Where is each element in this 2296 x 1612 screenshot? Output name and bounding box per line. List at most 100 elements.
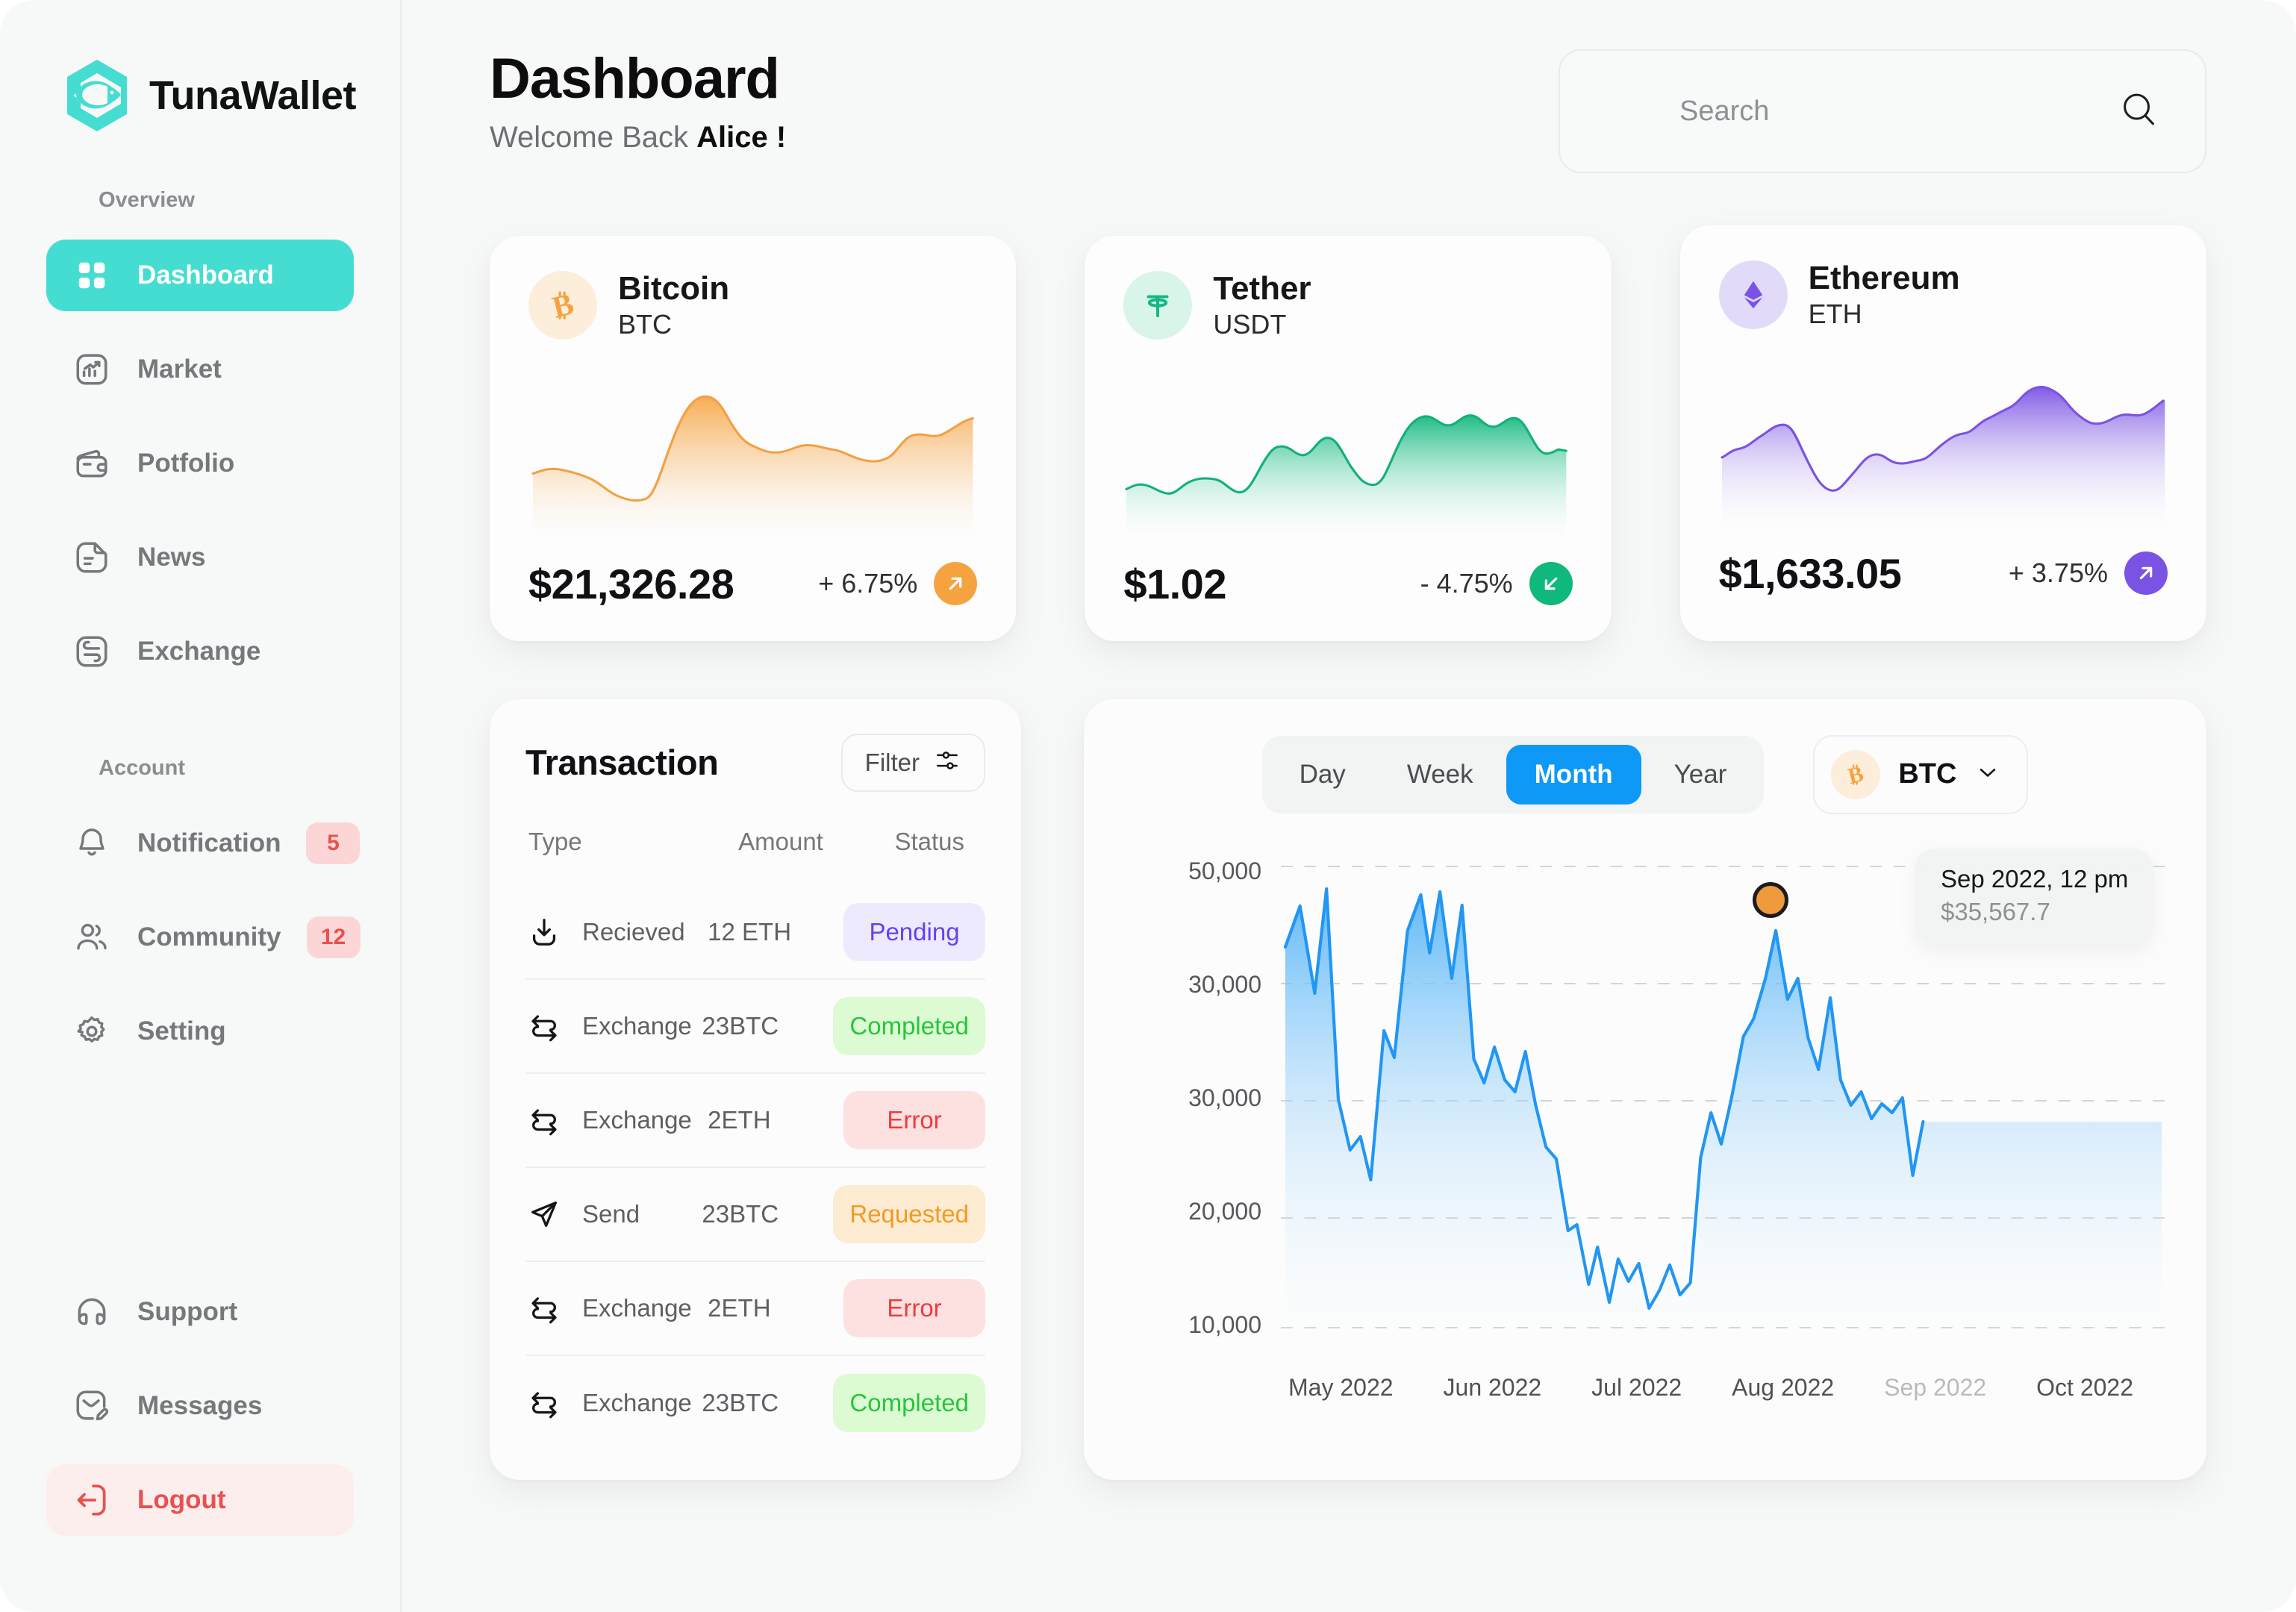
range-button-year[interactable]: Year xyxy=(1646,745,1756,805)
sidebar-item-notification[interactable]: Notification 5 xyxy=(46,807,361,879)
coin-cards: B Bitcoin BTC $21,326.28 + 6.75% Tether … xyxy=(490,225,2206,641)
coin-title-block: Tether USDT xyxy=(1213,270,1311,340)
range-toggle-group: Day Week Month Year xyxy=(1261,735,1765,813)
status-badge: Completed xyxy=(833,1373,985,1432)
table-row[interactable]: Exchange 23BTC Completed xyxy=(525,980,985,1074)
y-tick-label: 10,000 xyxy=(1188,1310,1261,1338)
transaction-panel: Transaction Filter Type Amount Status Re… xyxy=(490,699,1021,1480)
dashboard-app: TunaWallet Overview Dashboard Market Pot… xyxy=(0,0,2296,1612)
filter-button[interactable]: Filter xyxy=(840,733,985,792)
status-badge: Completed xyxy=(833,996,985,1055)
send-icon xyxy=(525,1196,563,1233)
range-button-week[interactable]: Week xyxy=(1379,745,1502,805)
tunawallet-logo-icon xyxy=(61,58,133,133)
coin-footer: $21,326.28 + 6.75% xyxy=(528,560,978,608)
users-icon xyxy=(72,917,112,957)
status-badge: Requested xyxy=(833,1184,985,1243)
transaction-status-cell: Error xyxy=(843,1090,985,1149)
transaction-status-cell: Requested xyxy=(833,1184,985,1243)
sidebar-item-dashboard[interactable]: Dashboard xyxy=(46,240,354,311)
coin-card-ethereum[interactable]: Ethereum ETH $1,633.05 + 3.75% xyxy=(1679,225,2206,641)
chart-square-icon xyxy=(72,349,112,390)
coin-symbol: BTC xyxy=(618,308,672,340)
sidebar-item-news[interactable]: News xyxy=(46,522,354,593)
sidebar-account-nav: Notification 5 Community 12 Setting xyxy=(0,807,400,1067)
table-row[interactable]: Exchange 2ETH Error xyxy=(525,1074,985,1168)
transaction-status-cell: Completed xyxy=(833,996,985,1055)
coin-change-value: + 6.75% xyxy=(818,568,918,599)
coin-name: Bitcoin xyxy=(618,270,730,307)
x-tick-label: Jun 2022 xyxy=(1443,1373,1542,1401)
column-header-status: Status xyxy=(894,827,964,855)
coin-symbol: USDT xyxy=(1213,308,1287,340)
bitcoin-icon: B xyxy=(1831,749,1881,799)
sidebar-item-setting[interactable]: Setting xyxy=(46,996,354,1067)
bell-icon xyxy=(72,823,112,863)
coin-change: + 3.75% xyxy=(2008,552,2168,596)
table-row[interactable]: Exchange 2ETH Error xyxy=(525,1262,985,1356)
coin-title-block: Ethereum ETH xyxy=(1809,260,1960,330)
sidebar-item-potfolio[interactable]: Potfolio xyxy=(46,428,354,499)
table-row[interactable]: Exchange 23BTC Completed xyxy=(525,1356,985,1450)
x-axis-labels: May 2022 Jun 2022 Jul 2022 Aug 2022 Sep … xyxy=(1281,1374,2159,1402)
sidebar-item-label: Support xyxy=(137,1297,238,1326)
page-title: Dashboard xyxy=(490,47,780,110)
coin-price: $21,326.28 xyxy=(528,560,734,607)
sidebar-item-market[interactable]: Market xyxy=(46,334,354,405)
transaction-amount: 12 ETH xyxy=(708,917,792,946)
table-row[interactable]: Recieved 12 ETH Pending xyxy=(525,886,985,980)
sidebar-item-community[interactable]: Community 12 xyxy=(46,902,361,973)
community-badge: 12 xyxy=(306,916,361,958)
chevron-down-icon xyxy=(1974,759,2001,790)
transaction-amount: 23BTC xyxy=(702,1388,779,1416)
transaction-amount: 2ETH xyxy=(708,1293,771,1322)
arrow-up-right-icon xyxy=(2124,552,2168,596)
coin-symbol: ETH xyxy=(1808,298,1862,329)
chart-marker-dot xyxy=(1752,881,1788,918)
sidebar-item-support[interactable]: Support xyxy=(46,1276,354,1348)
transaction-title: Transaction xyxy=(525,743,719,783)
transaction-amount: 23BTC xyxy=(702,1199,779,1228)
area-fill xyxy=(1285,888,2162,1337)
search-input[interactable] xyxy=(1679,95,2159,128)
sidebar-item-label: Community xyxy=(137,922,281,952)
sidebar-section-overview: Overview xyxy=(99,188,195,212)
arrow-down-left-icon xyxy=(1529,562,1573,606)
bottom-row: Transaction Filter Type Amount Status Re… xyxy=(490,699,2206,1480)
headphones-icon xyxy=(72,1292,112,1332)
message-edit-icon xyxy=(72,1386,112,1426)
transaction-amount: 23BTC xyxy=(702,1011,779,1040)
x-tick-label: Jul 2022 xyxy=(1591,1373,1682,1401)
bitcoin-sparkline-chart xyxy=(528,367,977,537)
coin-title-block: Bitcoin BTC xyxy=(618,270,729,340)
y-tick-label: 30,000 xyxy=(1188,1084,1261,1111)
sidebar-item-label: Messages xyxy=(137,1391,263,1420)
exchange-square-icon xyxy=(72,631,112,672)
transaction-column-headers: Type Amount Status xyxy=(525,828,985,856)
swap-icon xyxy=(525,1384,563,1422)
transaction-type-cell: Exchange xyxy=(525,1008,702,1045)
status-badge: Error xyxy=(843,1090,985,1149)
x-tick-label: May 2022 xyxy=(1288,1373,1394,1401)
transaction-type-cell: Recieved xyxy=(525,913,708,951)
table-row[interactable]: Send 23BTC Requested xyxy=(525,1168,985,1262)
sidebar-item-exchange[interactable]: Exchange xyxy=(46,616,354,687)
coin-selector-dropdown[interactable]: B BTC xyxy=(1813,734,2029,814)
range-button-day[interactable]: Day xyxy=(1271,745,1374,805)
coin-change-value: + 3.75% xyxy=(2008,557,2108,589)
notification-badge: 5 xyxy=(306,822,361,864)
coin-card-tether[interactable]: Tether USDT $1.02 - 4.75% xyxy=(1085,236,1612,641)
sidebar-item-logout[interactable]: Logout xyxy=(46,1464,354,1536)
search-icon[interactable] xyxy=(2117,88,2160,135)
tether-icon xyxy=(1123,270,1193,340)
transaction-type-cell: Exchange xyxy=(525,1290,708,1327)
search-box[interactable] xyxy=(1559,49,2206,173)
coin-card-bitcoin[interactable]: B Bitcoin BTC $21,326.28 + 6.75% xyxy=(490,236,1017,641)
range-button-month[interactable]: Month xyxy=(1506,744,1641,805)
coin-change: - 4.75% xyxy=(1420,562,1573,606)
sidebar-item-label: News xyxy=(137,543,206,572)
welcome-prefix: Welcome Back xyxy=(490,120,697,154)
filter-label: Filter xyxy=(864,748,920,776)
sidebar-item-messages[interactable]: Messages xyxy=(46,1370,354,1442)
brand: TunaWallet xyxy=(0,58,400,133)
